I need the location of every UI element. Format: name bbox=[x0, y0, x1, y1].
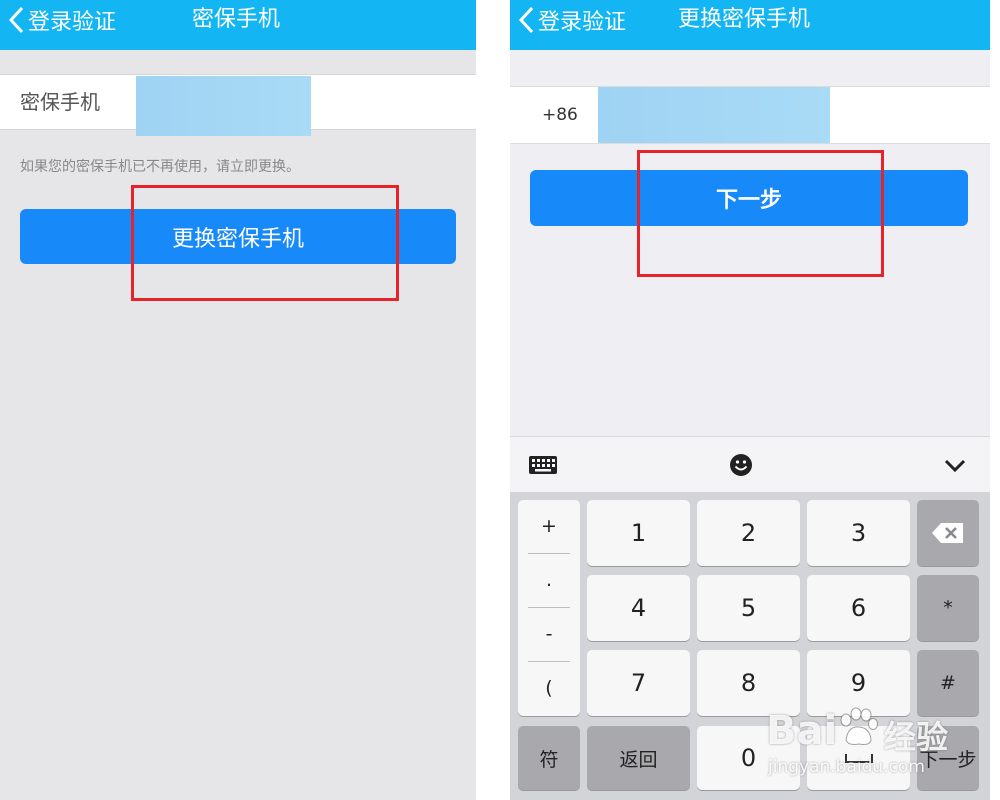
key-4[interactable]: 4 bbox=[587, 575, 690, 641]
masked-phone-number bbox=[136, 76, 311, 136]
highlight-box bbox=[637, 150, 884, 277]
chevron-left-icon bbox=[8, 6, 24, 34]
watermark-url: jingyan.baidu.com bbox=[768, 757, 925, 777]
keyboard-toolbar bbox=[510, 436, 990, 493]
navbar: 登录验证 更换密保手机 bbox=[510, 0, 990, 50]
phone-row: 密保手机 bbox=[0, 74, 476, 136]
key-plus[interactable]: + bbox=[518, 500, 580, 552]
country-code[interactable]: +86 bbox=[542, 87, 578, 143]
key-hash[interactable]: # bbox=[917, 650, 979, 716]
return-key[interactable]: 返回 bbox=[587, 726, 690, 790]
symbols-key[interactable]: 符 bbox=[518, 726, 580, 790]
key-8[interactable]: 8 bbox=[697, 650, 800, 716]
backspace-key[interactable] bbox=[917, 500, 979, 566]
phone-label: 密保手机 bbox=[20, 90, 100, 114]
watermark-brand: Bai bbox=[766, 708, 838, 754]
page-title: 密保手机 bbox=[192, 7, 281, 32]
key-1[interactable]: 1 bbox=[587, 500, 690, 566]
highlight-box bbox=[131, 185, 399, 301]
navbar: 登录验证 密保手机 bbox=[0, 0, 476, 50]
backspace-icon bbox=[932, 523, 963, 543]
key-star[interactable]: * bbox=[917, 575, 979, 641]
hint-text: 如果您的密保手机已不再使用，请立即更换。 bbox=[20, 159, 300, 175]
back-button[interactable]: 登录验证 bbox=[518, 0, 626, 40]
back-label: 登录验证 bbox=[28, 10, 117, 35]
key-2[interactable]: 2 bbox=[697, 500, 800, 566]
key-dot[interactable]: . bbox=[518, 554, 580, 606]
keyboard-icon[interactable] bbox=[528, 455, 558, 475]
back-label: 登录验证 bbox=[538, 10, 627, 35]
key-7[interactable]: 7 bbox=[587, 650, 690, 716]
emoji-icon[interactable] bbox=[729, 453, 753, 477]
right-screen: 登录验证 更换密保手机 +86 下一步 + . - (1 2 3 4 5 6 … bbox=[510, 0, 990, 800]
paw-icon bbox=[840, 707, 878, 745]
phone-input-row[interactable]: +86 bbox=[510, 86, 990, 144]
page-title: 更换密保手机 bbox=[678, 7, 811, 32]
key-5[interactable]: 5 bbox=[697, 575, 800, 641]
key-paren[interactable]: ( bbox=[518, 662, 580, 714]
key-minus[interactable]: - bbox=[518, 608, 580, 660]
phone-input-field[interactable] bbox=[598, 87, 830, 143]
key-6[interactable]: 6 bbox=[807, 575, 910, 641]
chevron-down-icon[interactable] bbox=[944, 459, 966, 473]
left-screen: 登录验证 密保手机 密保手机 如果您的密保手机已不再使用，请立即更换。 更换密保… bbox=[0, 0, 476, 800]
watermark-brand-2: 经验 bbox=[884, 718, 949, 756]
back-button[interactable]: 登录验证 bbox=[8, 0, 116, 40]
symbol-column: + . - ( bbox=[518, 500, 580, 716]
key-3[interactable]: 3 bbox=[807, 500, 910, 566]
chevron-left-icon bbox=[518, 6, 534, 34]
